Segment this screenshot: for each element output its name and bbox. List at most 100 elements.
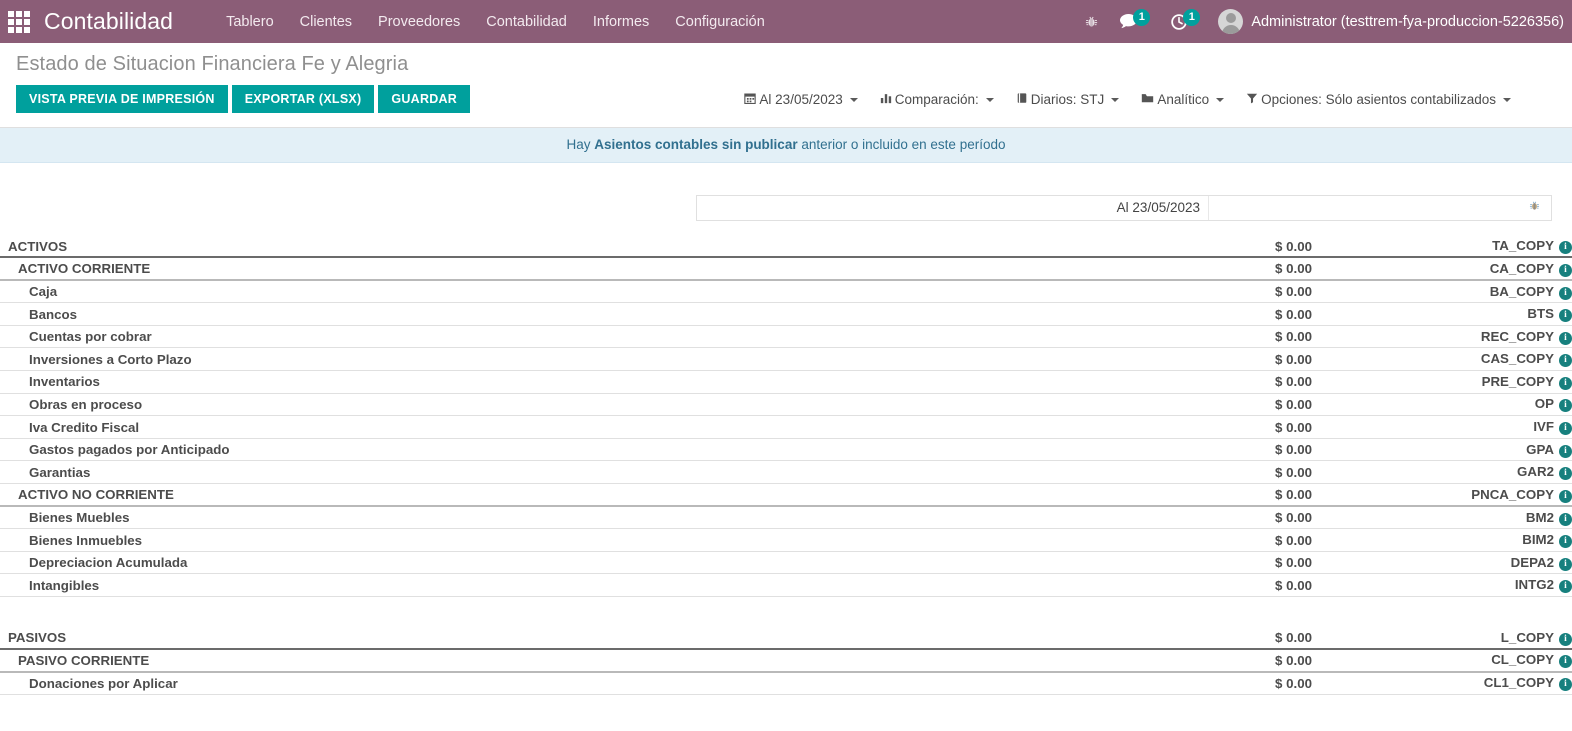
bar-chart-icon: [880, 92, 892, 107]
info-icon[interactable]: i: [1559, 263, 1572, 277]
app-brand-title[interactable]: Contabilidad: [44, 8, 173, 35]
date-filter[interactable]: Al 23/05/2023: [733, 88, 868, 111]
table-row[interactable]: Obras en proceso $ 0.00 OP i: [0, 393, 1572, 417]
row-code-cell: OP i: [1312, 393, 1572, 417]
table-row[interactable]: Inventarios $ 0.00 PRE_COPY i: [0, 370, 1572, 394]
row-code-cell: CL_COPY i: [1312, 649, 1572, 673]
print-preview-button[interactable]: VISTA PREVIA DE IMPRESIÓN: [16, 85, 228, 113]
user-menu-label[interactable]: Administrator (testtrem-fya-produccion-5…: [1251, 14, 1566, 30]
avatar[interactable]: [1218, 9, 1244, 34]
row-code: CL_COPY: [1491, 652, 1554, 668]
table-row[interactable]: ACTIVO CORRIENTE $ 0.00 CA_COPY i: [0, 257, 1572, 282]
unposted-entries-alert: Hay Asientos contables sin publicar ante…: [0, 128, 1572, 163]
row-code: CL1_COPY: [1483, 675, 1554, 691]
row-code: PRE_COPY: [1481, 373, 1554, 389]
menu-item-proveedores[interactable]: Proveedores: [365, 3, 473, 41]
table-row[interactable]: Bienes Muebles $ 0.00 BM2 i: [0, 506, 1572, 530]
info-icon[interactable]: i: [1559, 241, 1572, 255]
info-icon[interactable]: i: [1559, 422, 1572, 436]
date-filter-label: Al 23/05/2023: [759, 92, 843, 107]
save-button[interactable]: GUARDAR: [378, 85, 471, 113]
info-icon[interactable]: i: [1559, 399, 1572, 413]
table-row-spacer: [0, 597, 1572, 627]
table-row[interactable]: ACTIVOS $ 0.00 TA_COPY i: [0, 235, 1572, 259]
info-icon[interactable]: i: [1559, 655, 1572, 669]
menu-item-informes[interactable]: Informes: [580, 3, 662, 41]
info-icon[interactable]: i: [1559, 444, 1572, 458]
analytic-filter-label: Analítico: [1157, 92, 1210, 107]
info-icon[interactable]: i: [1559, 467, 1572, 481]
row-code: GPA: [1526, 441, 1554, 457]
debug-bug-icon[interactable]: [1074, 0, 1109, 43]
row-amount: $ 0.00: [1062, 347, 1312, 372]
info-icon[interactable]: i: [1559, 557, 1572, 571]
row-label: Gastos pagados por Anticipado: [0, 438, 1062, 462]
info-icon[interactable]: i: [1559, 580, 1572, 594]
analytic-filter[interactable]: Analítico: [1130, 88, 1235, 111]
menu-item-tablero[interactable]: Tablero: [213, 3, 287, 41]
table-row[interactable]: Gastos pagados por Anticipado $ 0.00 GPA i: [0, 438, 1572, 462]
info-icon[interactable]: i: [1559, 286, 1572, 300]
info-icon[interactable]: i: [1559, 512, 1572, 526]
row-label: Bienes Inmuebles: [0, 528, 1062, 552]
table-row[interactable]: Iva Credito Fiscal $ 0.00 IVF i: [0, 415, 1572, 439]
report-table: ACTIVOS $ 0.00 TA_COPY i ACTIVO CORRIENTE $ 0…: [0, 235, 1572, 695]
comparison-filter[interactable]: Comparación:: [869, 88, 1005, 111]
info-icon[interactable]: i: [1559, 309, 1572, 323]
table-row[interactable]: Cuentas por cobrar $ 0.00 REC_COPY i: [0, 325, 1572, 349]
alert-prefix: Hay: [566, 137, 595, 152]
folder-icon: [1141, 92, 1154, 107]
table-row[interactable]: Intangibles $ 0.00 INTG2 i: [0, 573, 1572, 597]
row-label: ACTIVO NO CORRIENTE: [0, 483, 1062, 508]
info-icon[interactable]: i: [1559, 489, 1572, 503]
info-icon[interactable]: i: [1559, 678, 1572, 692]
export-xlsx-button[interactable]: EXPORTAR (XLSX): [231, 85, 375, 113]
activities-button[interactable]: 1: [1160, 0, 1210, 43]
journals-filter[interactable]: Diarios: STJ: [1005, 88, 1131, 111]
top-navbar: Contabilidad Tablero Clientes Proveedore…: [0, 0, 1572, 43]
row-code-cell: GAR2 i: [1312, 460, 1572, 485]
info-icon[interactable]: i: [1559, 331, 1572, 345]
info-icon[interactable]: i: [1559, 354, 1572, 368]
row-label: ACTIVOS: [0, 235, 1062, 259]
bug-icon[interactable]: [1528, 200, 1541, 215]
row-code-cell: REC_COPY i: [1312, 325, 1572, 349]
table-row[interactable]: Bancos $ 0.00 BTS i: [0, 302, 1572, 326]
table-row[interactable]: Depreciacion Acumulada $ 0.00 DEPA2 i: [0, 551, 1572, 575]
row-amount: $ 0.00: [1062, 438, 1312, 462]
apps-grid-icon[interactable]: [6, 9, 32, 35]
chevron-down-icon: [849, 97, 858, 102]
table-row[interactable]: PASIVO CORRIENTE $ 0.00 CL_COPY i: [0, 649, 1572, 673]
report-filters: Al 23/05/2023 Comparación: Diarios: STJ …: [733, 88, 1522, 111]
table-row[interactable]: Inversiones a Corto Plazo $ 0.00 CAS_COPY i: [0, 347, 1572, 372]
info-icon[interactable]: i: [1559, 376, 1572, 390]
table-row[interactable]: Caja $ 0.00 BA_COPY i: [0, 280, 1572, 304]
row-code-cell: INTG2 i: [1312, 573, 1572, 597]
comparison-filter-label: Comparación:: [894, 92, 979, 107]
messages-button[interactable]: 1: [1109, 0, 1160, 43]
row-label: Inversiones a Corto Plazo: [0, 347, 1062, 372]
row-label: Iva Credito Fiscal: [0, 415, 1062, 439]
book-icon: [1016, 92, 1028, 107]
menu-item-clientes[interactable]: Clientes: [287, 3, 365, 41]
row-label: Depreciacion Acumulada: [0, 551, 1062, 575]
info-icon[interactable]: i: [1559, 535, 1572, 549]
info-icon[interactable]: i: [1559, 632, 1572, 646]
row-code: PNCA_COPY: [1471, 486, 1554, 502]
report-table-header: Al 23/05/2023: [0, 163, 1572, 221]
table-row[interactable]: Bienes Inmuebles $ 0.00 BIM2 i: [0, 528, 1572, 552]
options-filter[interactable]: Opciones: Sólo asientos contabilizados: [1235, 88, 1522, 111]
row-amount: $ 0.00: [1062, 483, 1312, 508]
table-row[interactable]: Garantias $ 0.00 GAR2 i: [0, 460, 1572, 485]
table-row[interactable]: ACTIVO NO CORRIENTE $ 0.00 PNCA_COPY i: [0, 483, 1572, 508]
menu-item-contabilidad[interactable]: Contabilidad: [473, 3, 580, 41]
report-column-date: Al 23/05/2023: [697, 196, 1209, 220]
table-row[interactable]: Donaciones por Aplicar $ 0.00 CL1_COPY i: [0, 671, 1572, 695]
row-label: Inventarios: [0, 370, 1062, 394]
table-row[interactable]: PASIVOS $ 0.00 L_COPY i: [0, 626, 1572, 650]
menu-item-configuracion[interactable]: Configuración: [662, 3, 777, 41]
financial-report: Al 23/05/2023 ACTIVOS $ 0.00 TA_COPY i ACTIV…: [0, 163, 1572, 728]
row-amount: $ 0.00: [1062, 626, 1312, 650]
alert-strong-link[interactable]: Asientos contables sin publicar: [594, 137, 797, 152]
activities-count-badge: 1: [1183, 8, 1201, 26]
